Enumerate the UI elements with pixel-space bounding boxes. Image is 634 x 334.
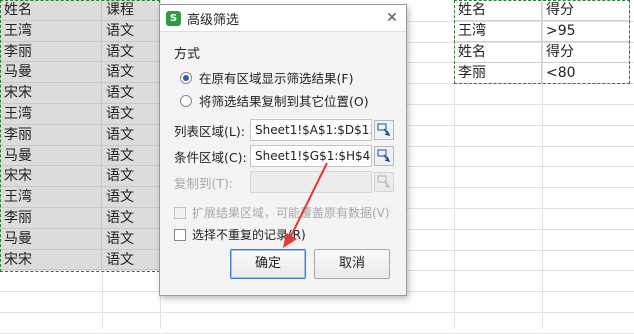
range-picker-button[interactable]: [374, 146, 394, 166]
criteria-cell[interactable]: 得分: [542, 0, 630, 21]
unique-records-option[interactable]: 选择不重复的记录(R): [174, 226, 306, 243]
cell-course[interactable]: 语文: [102, 166, 160, 188]
copy-to-label: 复制到(T):: [174, 175, 234, 191]
cancel-button[interactable]: 取消: [314, 249, 390, 279]
cell-name[interactable]: 李丽: [0, 124, 102, 146]
cell-name[interactable]: 王湾: [0, 187, 102, 208]
radio-copy-to-location-label: 将筛选结果复制到其它位置(O): [199, 94, 369, 109]
radio-copy-to-location[interactable]: 将筛选结果复制到其它位置(O): [180, 91, 369, 110]
cell-course[interactable]: 语文: [102, 207, 160, 229]
dialog-title: 高级筛选: [187, 12, 240, 28]
unique-records-checkbox[interactable]: [174, 228, 186, 241]
cell-name[interactable]: 王湾: [0, 103, 102, 125]
criteria-cell[interactable]: >95: [542, 21, 630, 42]
dialog-titlebar[interactable]: S 高级筛选 ✕: [160, 5, 406, 32]
criteria-row: 李丽 <80: [454, 63, 630, 84]
criteria-cell[interactable]: 得分: [542, 42, 630, 63]
cell-course[interactable]: 语文: [102, 83, 160, 104]
criteria-cell[interactable]: <80: [542, 63, 630, 84]
radio-filter-in-place[interactable]: 在原有区域显示筛选结果(F): [180, 68, 353, 87]
cell-name[interactable]: 宋宋: [0, 249, 102, 271]
ok-button[interactable]: 确定: [230, 249, 306, 279]
extend-results-option: 扩展结果区域，可能覆盖原有数据(V): [174, 204, 390, 221]
criteria-range-label: 条件区域(C):: [174, 149, 247, 165]
criteria-cell[interactable]: 姓名: [454, 0, 542, 21]
cell-course[interactable]: 语文: [102, 124, 160, 146]
radio-unselected-icon[interactable]: [180, 94, 192, 107]
cell-name[interactable]: 王湾: [0, 20, 102, 42]
radio-selected-icon[interactable]: [180, 71, 192, 84]
cell-course[interactable]: 语文: [102, 228, 160, 250]
cell-name[interactable]: 姓名: [0, 0, 102, 21]
extend-results-label: 扩展结果区域，可能覆盖原有数据(V): [192, 206, 390, 220]
column-a-cells[interactable]: 姓名 王湾 李丽 马曼 宋宋 王湾 李丽 马曼 宋宋 王湾 李丽 马曼 宋宋: [0, 0, 102, 271]
cell-name[interactable]: 马曼: [0, 228, 102, 250]
cell-course[interactable]: 语文: [102, 145, 160, 167]
cell-name[interactable]: 李丽: [0, 41, 102, 63]
criteria-range-input[interactable]: Sheet1!$G$1:$H$4: [250, 145, 372, 167]
criteria-cell[interactable]: 李丽: [454, 63, 542, 84]
cell-name[interactable]: 宋宋: [0, 83, 102, 104]
criteria-row: 王湾 >95: [454, 21, 630, 42]
criteria-cell[interactable]: 王湾: [454, 21, 542, 42]
cell-course[interactable]: 语文: [102, 62, 160, 84]
cell-course[interactable]: 语文: [102, 249, 160, 271]
criteria-row: 姓名 得分: [454, 42, 630, 63]
cell-name[interactable]: 宋宋: [0, 166, 102, 188]
range-picker-button[interactable]: [374, 120, 394, 140]
list-range-row: 列表区域(L): Sheet1!$A$1:$D$13: [174, 119, 394, 141]
range-select-icon: [377, 149, 391, 162]
mode-section-label: 方式: [174, 47, 201, 62]
criteria-cell[interactable]: 姓名: [454, 42, 542, 63]
copy-to-row: 复制到(T):: [174, 171, 394, 193]
criteria-range[interactable]: 姓名 得分 王湾 >95 姓名 得分 李丽 <80: [454, 0, 630, 84]
cell-course[interactable]: 语文: [102, 187, 160, 208]
grid-row-line: [0, 312, 634, 313]
cell-course[interactable]: 语文: [102, 20, 160, 42]
unique-records-label: 选择不重复的记录(R): [192, 228, 306, 242]
criteria-row: 姓名 得分: [454, 0, 630, 21]
cell-name[interactable]: 马曼: [0, 145, 102, 167]
criteria-range-row: 条件区域(C): Sheet1!$G$1:$H$4: [174, 145, 394, 167]
copy-to-input: [250, 171, 372, 193]
cell-course[interactable]: 语文: [102, 41, 160, 63]
advanced-filter-dialog: S 高级筛选 ✕ 方式 在原有区域显示筛选结果(F) 将筛选结果复制到其它位置(…: [159, 4, 407, 296]
cell-name[interactable]: 马曼: [0, 62, 102, 84]
radio-filter-in-place-label: 在原有区域显示筛选结果(F): [199, 71, 354, 86]
cell-course[interactable]: 课程: [102, 0, 160, 21]
range-select-icon: [377, 175, 391, 188]
range-select-icon: [377, 123, 391, 136]
cell-name[interactable]: 李丽: [0, 207, 102, 229]
range-picker-button-disabled: [374, 172, 394, 192]
close-icon[interactable]: ✕: [384, 10, 400, 26]
list-range-input[interactable]: Sheet1!$A$1:$D$13: [250, 119, 372, 141]
list-range-label: 列表区域(L):: [174, 123, 245, 139]
extend-results-checkbox: [174, 206, 186, 219]
column-b-cells[interactable]: 课程 语文 语文 语文 语文 语文 语文 语文 语文 语文 语文 语文 语文: [102, 0, 160, 271]
cell-course[interactable]: 语文: [102, 103, 160, 125]
wps-app-icon: S: [166, 10, 181, 26]
